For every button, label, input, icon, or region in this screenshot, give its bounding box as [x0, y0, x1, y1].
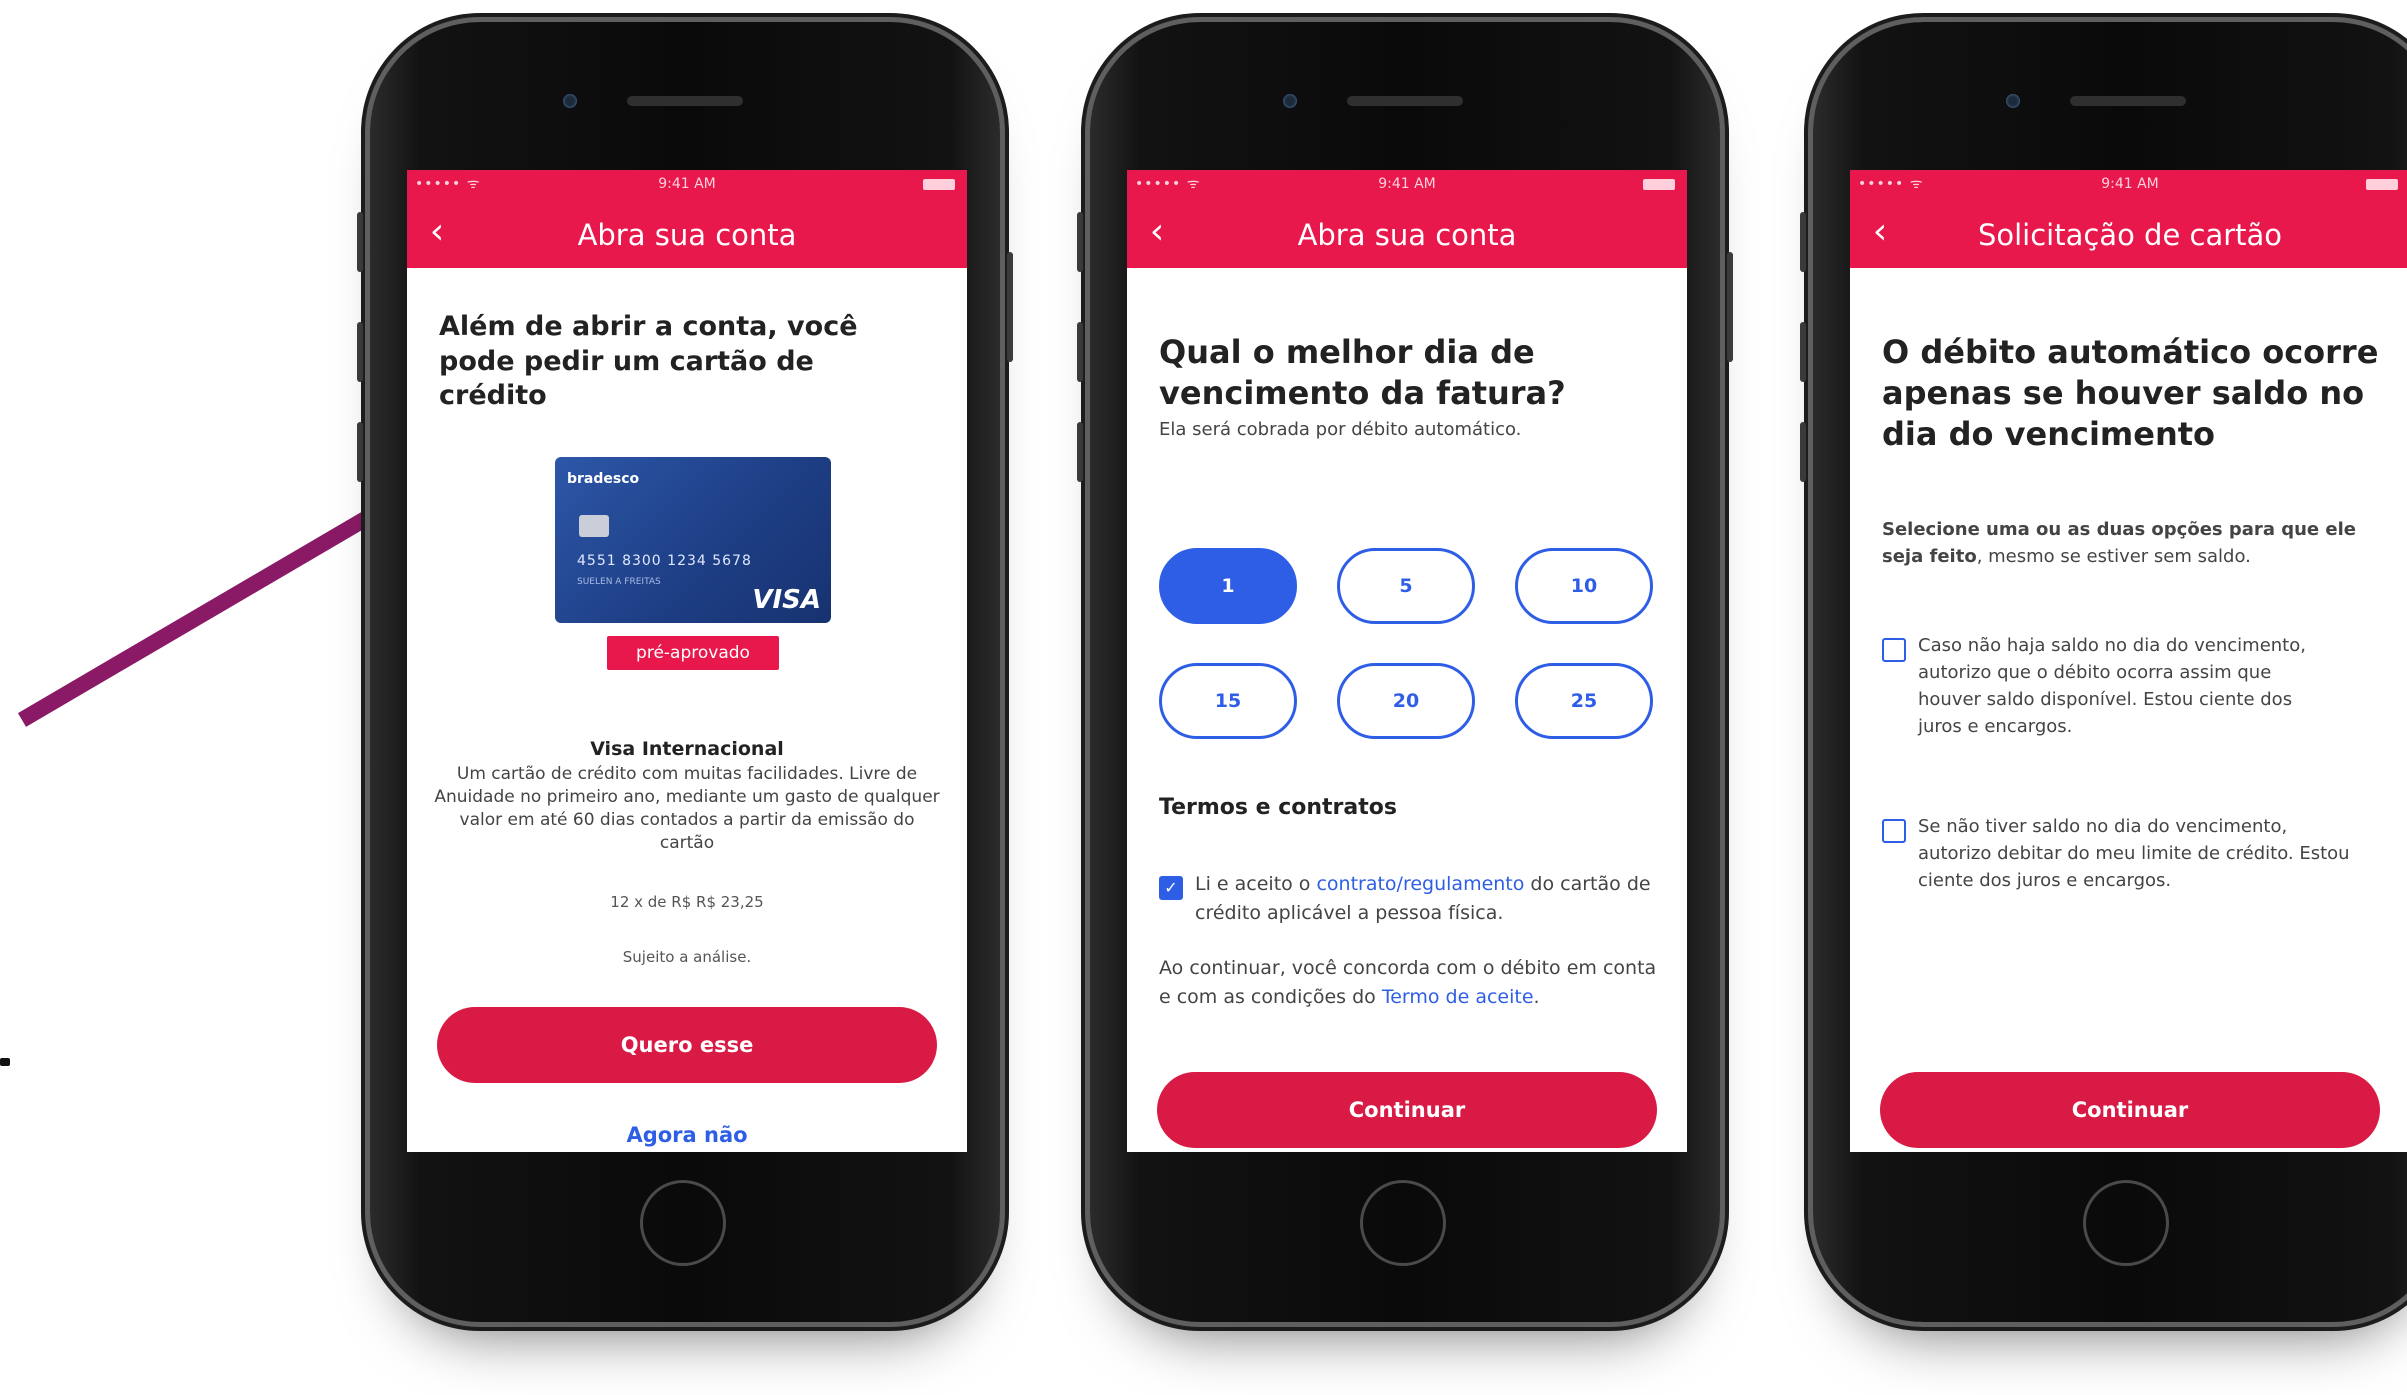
day-option-1[interactable]: 1: [1159, 548, 1297, 624]
day-option-15[interactable]: 15: [1159, 663, 1297, 739]
page-title: Solicitação de cartão: [1977, 218, 2283, 252]
card-number: 4551 8300 1234 5678: [577, 553, 752, 569]
day-option-20[interactable]: 20: [1337, 663, 1475, 739]
heading: Qual o melhor dia de vencimento da fatur…: [1159, 333, 1566, 412]
status-bar: ••••• ᯤ 9:41 AM: [407, 170, 967, 198]
terms-prefix: Li e aceito o: [1195, 873, 1317, 895]
home-button[interactable]: [640, 1180, 726, 1266]
card-holder: SUELEN A FREITAS: [577, 577, 661, 587]
app-header: ‹ Abra sua conta: [1127, 198, 1687, 268]
page-title: Abra sua conta: [577, 218, 797, 252]
front-camera: [2006, 94, 2020, 108]
instruction-text: Selecione uma ou as duas opções para que…: [1882, 516, 2382, 570]
day-option-5[interactable]: 5: [1337, 548, 1475, 624]
option-2-text: Se não tiver saldo no dia do vencimento,…: [1918, 816, 2350, 891]
app-header: ‹ Abra sua conta: [407, 198, 967, 268]
subheading: Ela será cobrada por débito automático.: [1159, 419, 1522, 440]
status-badge: pré-aprovado: [607, 636, 779, 670]
status-bar: ••••• ᯤ 9:41 AM: [1127, 170, 1687, 198]
content: Qual o melhor dia de vencimento da fatur…: [1127, 268, 1687, 1152]
day-option-25[interactable]: 25: [1515, 663, 1653, 739]
front-camera: [563, 94, 577, 108]
phone-2: ••••• ᯤ 9:41 AM ‹ Abra sua conta Qual o …: [1077, 22, 1733, 1322]
content: Além de abrir a conta, você pode pedir u…: [407, 268, 967, 1152]
consent-text: Ao continuar, você concorda com o débito…: [1159, 954, 1664, 1011]
home-button[interactable]: [1360, 1180, 1446, 1266]
installments-text: 12 x de R$ R$ 23,25: [610, 893, 764, 911]
earpiece-speaker: [1347, 96, 1463, 106]
product-name: Visa Internacional: [590, 738, 784, 760]
battery-icon: [923, 179, 955, 190]
subject-text: Sujeito a análise.: [622, 948, 752, 966]
screen-2: ••••• ᯤ 9:41 AM ‹ Abra sua conta Qual o …: [1127, 170, 1687, 1152]
status-time: 9:41 AM: [1378, 176, 1436, 192]
contract-link[interactable]: contrato/regulamento: [1316, 873, 1524, 895]
option-2-checkbox[interactable]: [1882, 819, 1906, 843]
credit-card-image: bradesco 4551 8300 1234 5678 SUELEN A FR…: [555, 457, 831, 623]
battery-icon: [1643, 179, 1675, 190]
earpiece-speaker: [627, 96, 743, 106]
content: O débito automático ocorre apenas se hou…: [1850, 268, 2407, 1152]
terms-title: Termos e contratos: [1159, 795, 1397, 820]
screen-3: ••••• ᯤ 9:41 AM ‹ Solicitação de cartão …: [1850, 170, 2407, 1152]
acceptance-term-link[interactable]: Termo de aceite: [1382, 986, 1534, 1008]
instruction-rest: , mesmo se estiver sem saldo.: [1976, 546, 2251, 567]
status-time: 9:41 AM: [658, 176, 716, 192]
phone-3: ••••• ᯤ 9:41 AM ‹ Solicitação de cartão …: [1800, 22, 2407, 1322]
home-button[interactable]: [2083, 1180, 2169, 1266]
not-now-link[interactable]: Agora não: [431, 1123, 943, 1147]
product-description: Um cartão de crédito com muitas facilida…: [434, 764, 940, 853]
want-this-button[interactable]: Quero esse: [437, 1007, 937, 1083]
stray-mark: [0, 1058, 10, 1066]
status-time: 9:41 AM: [2101, 176, 2159, 192]
option-1-text: Caso não haja saldo no dia do vencimento…: [1918, 635, 2306, 737]
screen-1: ••••• ᯤ 9:41 AM ‹ Abra sua conta Além de…: [407, 170, 967, 1152]
card-brand: bradesco: [567, 471, 640, 487]
option-1-checkbox[interactable]: [1882, 638, 1906, 662]
consent-suffix: .: [1533, 985, 1540, 1008]
phone-1: ••••• ᯤ 9:41 AM ‹ Abra sua conta Além de…: [357, 22, 1013, 1322]
front-camera: [1283, 94, 1297, 108]
heading: Além de abrir a conta, você pode pedir u…: [439, 311, 858, 412]
app-header: ‹ Solicitação de cartão: [1850, 198, 2407, 268]
terms-text: Li e aceito o contrato/regulamento do ca…: [1195, 870, 1665, 927]
status-bar: ••••• ᯤ 9:41 AM: [1850, 170, 2407, 198]
page-title: Abra sua conta: [1297, 218, 1517, 252]
continue-button[interactable]: Continuar: [1880, 1072, 2380, 1148]
card-network: VISA: [752, 585, 821, 615]
terms-checkbox[interactable]: ✓: [1159, 876, 1183, 900]
continue-button[interactable]: Continuar: [1157, 1072, 1657, 1148]
chip-icon: [579, 515, 609, 537]
battery-icon: [2366, 179, 2398, 190]
heading: O débito automático ocorre apenas se hou…: [1882, 333, 2379, 453]
day-option-10[interactable]: 10: [1515, 548, 1653, 624]
earpiece-speaker: [2070, 96, 2186, 106]
